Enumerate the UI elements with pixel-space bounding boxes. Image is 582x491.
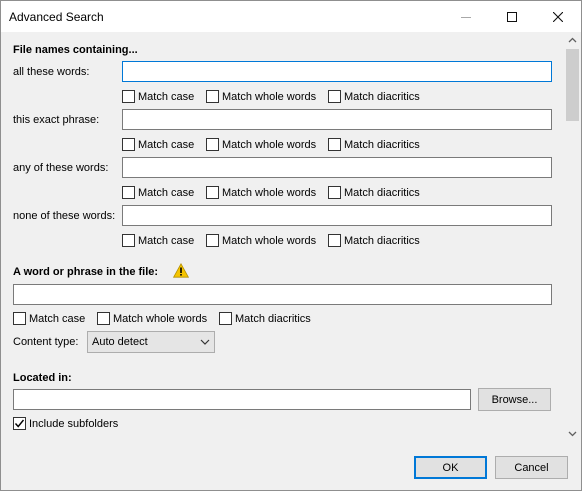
match-case-label: Match case (29, 312, 86, 325)
ok-button[interactable]: OK (414, 456, 487, 479)
checkbox-box (97, 312, 110, 325)
maximize-icon (507, 11, 517, 22)
match-diacritics-label: Match diacritics (344, 234, 420, 247)
none-words-match-whole-words-checkbox[interactable]: Match whole words (206, 233, 316, 248)
close-button[interactable] (535, 1, 581, 32)
match-whole-words-label: Match whole words (222, 138, 317, 151)
checkbox-box (206, 90, 219, 103)
content-type-value: Auto detect (92, 336, 148, 348)
scroll-down-button[interactable] (564, 425, 581, 442)
checkbox-box (328, 138, 341, 151)
minimize-button[interactable] (443, 1, 489, 32)
warning-icon (173, 263, 189, 278)
chevron-down-icon (568, 431, 577, 437)
content-match-whole-words-checkbox[interactable]: Match whole words (97, 311, 207, 326)
content-match-diacritics-checkbox[interactable]: Match diacritics (219, 311, 311, 326)
match-case-label: Match case (138, 90, 195, 103)
content-type-label: Content type: (13, 336, 79, 348)
checkbox-box (122, 186, 135, 199)
content-match-case-checkbox[interactable]: Match case (13, 311, 85, 326)
chevron-up-icon (568, 37, 577, 43)
title-bar: Advanced Search (1, 1, 581, 32)
checkbox-box (206, 186, 219, 199)
none-words-label: none of these words: (13, 210, 116, 222)
location-section-title: Located in: (13, 372, 72, 384)
checkbox-box (13, 312, 26, 325)
checkmark-icon (14, 419, 25, 428)
match-case-label: Match case (138, 186, 195, 199)
none-words-input[interactable] (122, 205, 552, 226)
checkbox-box (122, 90, 135, 103)
checkbox-box (122, 138, 135, 151)
checkbox-box (13, 417, 26, 430)
cancel-button[interactable]: Cancel (495, 456, 568, 479)
content-phrase-input[interactable] (13, 284, 552, 305)
any-words-match-whole-words-checkbox[interactable]: Match whole words (206, 185, 316, 200)
match-case-label: Match case (138, 234, 195, 247)
any-words-input[interactable] (122, 157, 552, 178)
close-icon (553, 11, 563, 22)
window-title: Advanced Search (9, 10, 104, 24)
exact-phrase-input[interactable] (122, 109, 552, 130)
match-whole-words-label: Match whole words (113, 312, 208, 325)
advanced-search-dialog: Advanced Search File names containing...… (0, 0, 582, 491)
content-type-select[interactable]: Auto detect (87, 331, 215, 353)
all-words-match-diacritics-checkbox[interactable]: Match diacritics (328, 89, 420, 104)
all-these-words-label: all these words: (13, 66, 90, 78)
location-input[interactable] (13, 389, 471, 410)
all-words-match-whole-words-checkbox[interactable]: Match whole words (206, 89, 316, 104)
scroll-up-button[interactable] (564, 32, 581, 49)
match-case-label: Match case (138, 138, 195, 151)
vertical-scrollbar[interactable] (564, 32, 581, 442)
checkbox-box (328, 234, 341, 247)
browse-button[interactable]: Browse... (478, 388, 551, 411)
minimize-icon (461, 16, 471, 18)
checkbox-box (122, 234, 135, 247)
match-whole-words-label: Match whole words (222, 186, 317, 199)
any-words-label: any of these words: (13, 162, 109, 174)
checkbox-box (328, 186, 341, 199)
none-words-match-case-checkbox[interactable]: Match case (122, 233, 194, 248)
scrollbar-thumb[interactable] (566, 49, 579, 121)
all-these-words-input[interactable] (122, 61, 552, 82)
checkbox-box (328, 90, 341, 103)
dialog-footer: OK Cancel (1, 442, 581, 490)
match-diacritics-label: Match diacritics (344, 138, 420, 151)
chevron-down-icon (200, 339, 210, 345)
exact-phrase-match-case-checkbox[interactable]: Match case (122, 137, 194, 152)
match-diacritics-label: Match diacritics (344, 90, 420, 103)
content-section-title: A word or phrase in the file: (13, 266, 159, 278)
include-subfolders-checkbox[interactable]: Include subfolders (13, 416, 118, 431)
exact-phrase-label: this exact phrase: (13, 114, 100, 126)
exact-phrase-match-whole-words-checkbox[interactable]: Match whole words (206, 137, 316, 152)
maximize-button[interactable] (489, 1, 535, 32)
match-whole-words-label: Match whole words (222, 90, 317, 103)
checkbox-box (206, 234, 219, 247)
include-subfolders-label: Include subfolders (29, 417, 119, 430)
match-diacritics-label: Match diacritics (344, 186, 420, 199)
any-words-match-diacritics-checkbox[interactable]: Match diacritics (328, 185, 420, 200)
match-whole-words-label: Match whole words (222, 234, 317, 247)
none-words-match-diacritics-checkbox[interactable]: Match diacritics (328, 233, 420, 248)
dialog-content: File names containing... all these words… (1, 32, 564, 442)
any-words-match-case-checkbox[interactable]: Match case (122, 185, 194, 200)
all-words-match-case-checkbox[interactable]: Match case (122, 89, 194, 104)
checkbox-box (219, 312, 232, 325)
exact-phrase-match-diacritics-checkbox[interactable]: Match diacritics (328, 137, 420, 152)
match-diacritics-label: Match diacritics (235, 312, 311, 325)
checkbox-box (206, 138, 219, 151)
file-names-section-title: File names containing... (13, 44, 138, 56)
